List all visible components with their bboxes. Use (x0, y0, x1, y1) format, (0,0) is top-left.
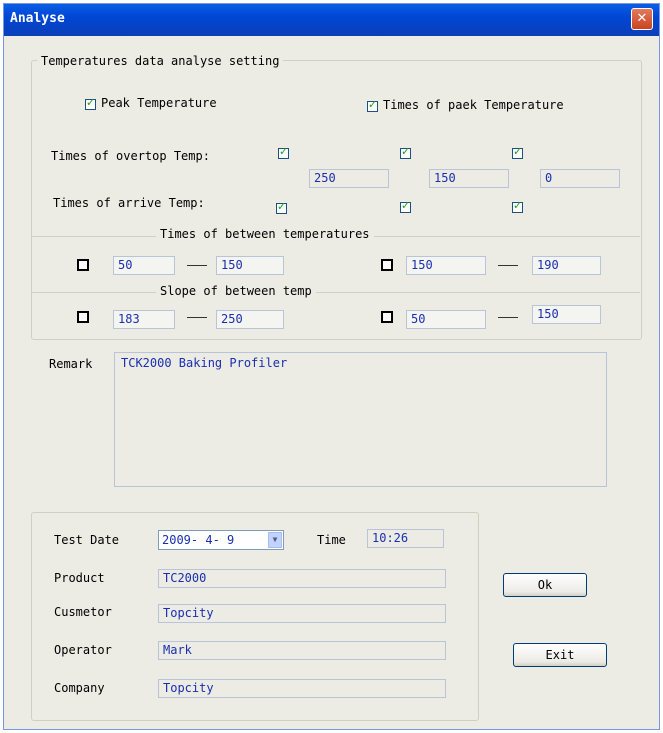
product-label: Product (54, 571, 105, 585)
close-button[interactable]: ✕ (631, 8, 653, 30)
between-checkbox-2[interactable] (381, 259, 393, 271)
close-icon: ✕ (636, 11, 648, 26)
time-field[interactable]: 10:26 (367, 529, 444, 548)
between-to-2[interactable]: 190 (532, 256, 601, 275)
remark-label: Remark (49, 357, 93, 371)
overtop-checkbox-2[interactable] (400, 145, 411, 159)
customer-field[interactable]: Topcity (158, 604, 446, 623)
slope-divider (31, 292, 640, 293)
between-to-1[interactable]: 150 (216, 256, 284, 275)
operator-label: Operator (54, 643, 112, 657)
between-from-2[interactable]: 150 (406, 256, 486, 275)
title-bar: Analyse ✕ (4, 4, 659, 36)
arrive-label: Times of arrive Temp: (53, 196, 205, 210)
overtop-label: Times of overtop Temp: (51, 149, 210, 163)
slope-checkbox-2[interactable] (381, 311, 393, 323)
times-peak-temperature-checkbox[interactable] (367, 98, 378, 112)
test-date-picker[interactable]: 2009- 4- 9 ▼ (158, 530, 284, 550)
slope-from-2[interactable]: 50 (406, 310, 486, 329)
between-legend: Times of between temperatures (156, 227, 374, 241)
slope-checkbox-1[interactable] (77, 311, 89, 323)
customer-label: Cusmetor (54, 605, 112, 619)
between-from-1[interactable]: 50 (113, 256, 175, 275)
arrive-checkbox-2[interactable] (400, 199, 411, 213)
overtop-value-2[interactable]: 150 (429, 169, 509, 188)
overtop-value-3[interactable]: 0 (540, 169, 620, 188)
between-checkbox-1[interactable] (77, 259, 89, 271)
slope-to-1[interactable]: 250 (216, 310, 284, 329)
settings-legend: Temperatures data analyse setting (37, 54, 284, 68)
ok-button[interactable]: Ok (503, 573, 587, 597)
company-field[interactable]: Topcity (158, 679, 446, 698)
remark-textarea[interactable]: TCK2000 Baking Profiler (114, 352, 607, 487)
slope-dash-1 (187, 317, 207, 318)
test-date-label: Test Date (54, 533, 120, 547)
arrive-checkbox-3[interactable] (512, 199, 523, 213)
peak-temperature-checkbox[interactable] (85, 96, 96, 110)
overtop-value-1[interactable]: 250 (309, 169, 389, 188)
window-title: Analyse (10, 11, 65, 26)
slope-dash-2 (498, 317, 518, 318)
chevron-down-icon[interactable]: ▼ (268, 532, 282, 548)
time-label: Time (317, 533, 346, 547)
company-label: Company (54, 681, 105, 695)
overtop-checkbox-1[interactable] (278, 145, 289, 159)
times-peak-temperature-label: Times of paek Temperature (383, 98, 564, 112)
between-dash-2 (498, 265, 518, 266)
test-date-value: 2009- 4- 9 (162, 533, 235, 547)
analyse-window: Analyse ✕ Temperatures data analyse sett… (3, 3, 660, 730)
product-field[interactable]: TC2000 (158, 569, 446, 588)
overtop-checkbox-3[interactable] (512, 145, 523, 159)
peak-temperature-label: Peak Temperature (101, 96, 217, 110)
between-dash-1 (187, 265, 207, 266)
operator-field[interactable]: Mark (158, 641, 446, 660)
slope-legend: Slope of between temp (156, 284, 316, 298)
slope-to-2[interactable]: 150 (532, 305, 601, 324)
exit-button[interactable]: Exit (513, 643, 607, 667)
arrive-checkbox-1[interactable] (276, 200, 287, 214)
slope-from-1[interactable]: 183 (113, 310, 175, 329)
